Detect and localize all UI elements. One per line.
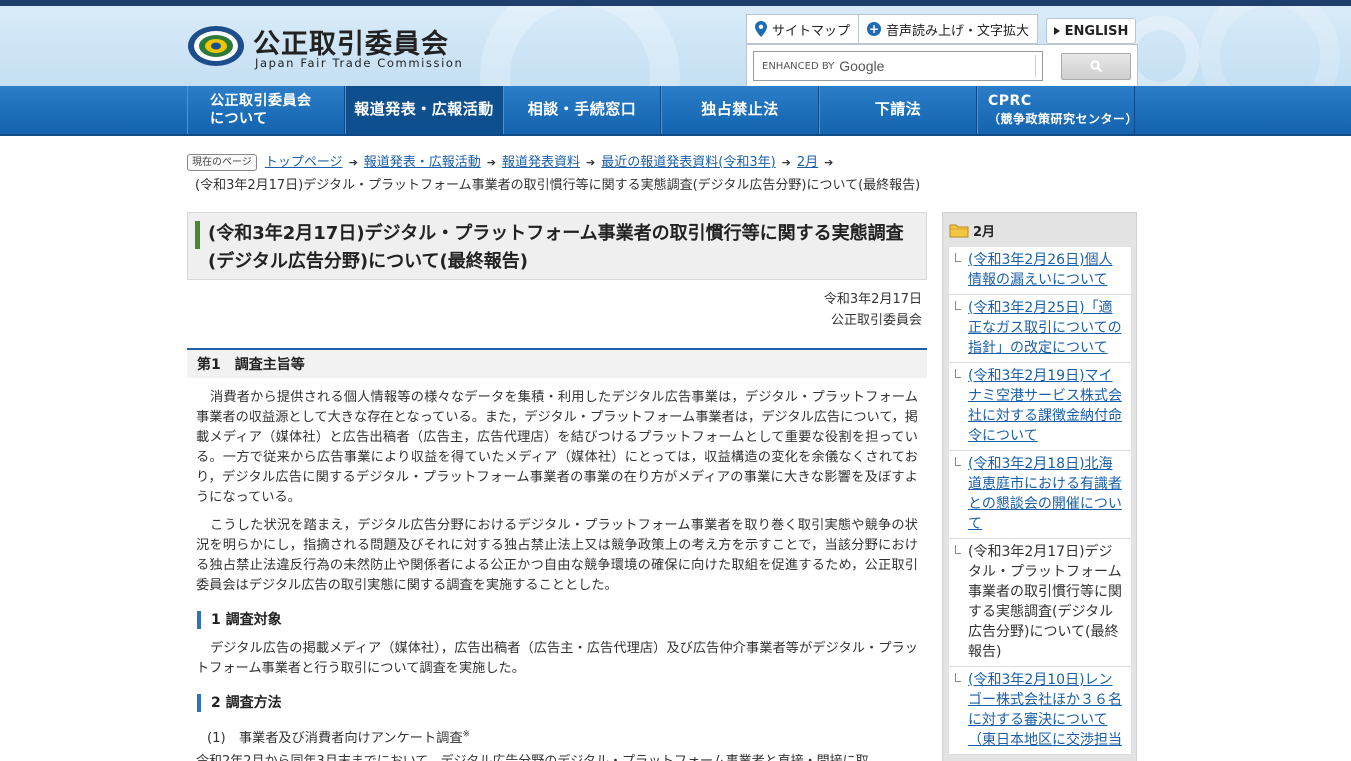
search-input[interactable]: ENHANCED BY Google <box>753 51 1043 81</box>
section-heading: 第1 調査主旨等 <box>187 348 927 378</box>
nav-item-subcontract[interactable]: 下請法 <box>819 86 977 134</box>
nav-item-consultation[interactable]: 相談・手続窓口 <box>503 86 661 134</box>
nav-item-cprc[interactable]: CPRC （競争政策研究センター） <box>977 86 1138 134</box>
breadcrumb-arrow-icon: ➔ <box>824 156 834 169</box>
sidebar-item-current: (令和3年2月17日)デジタル・プラットフォーム事業者の取引慣行等に関する実態調… <box>949 539 1131 667</box>
search-enhanced-text: ENHANCED BY <box>762 60 835 72</box>
jftc-logo-icon <box>188 26 244 66</box>
sidebar-item: (令和3年2月18日)北海道恵庭市における有識者との懇談会の開催について <box>949 451 1131 539</box>
current-page-badge: 現在のページ <box>187 154 257 171</box>
subheading-method: 2 調査方法 <box>197 694 282 712</box>
breadcrumb-arrow-icon: ➔ <box>586 156 596 169</box>
sidebar-heading: 2月 <box>949 219 995 241</box>
search-google-text: Google <box>839 58 885 74</box>
logo-english-text: Japan Fair Trade Commission <box>255 56 464 70</box>
breadcrumb-link-press[interactable]: 報道発表・広報活動 <box>364 155 481 170</box>
breadcrumb-current: (令和3年2月17日)デジタル・プラットフォーム事業者の取引慣行等に関する実態調… <box>195 178 921 193</box>
sidebar-item: (令和3年2月26日)個人情報の漏えいについて <box>949 247 1131 295</box>
publication-issuer: 公正取引委員会 <box>830 313 922 328</box>
nav-item-press[interactable]: 報道発表・広報活動 <box>345 86 503 134</box>
sidebar: 2月 (令和3年2月26日)個人情報の漏えいについて (令和3年2月25日)「適… <box>942 212 1137 761</box>
accessibility-label: 音声読み上げ・文字拡大 <box>886 23 1030 39</box>
site-logo[interactable]: 公正取引委員会 Japan Fair Trade Commission <box>187 22 477 78</box>
english-label: ENGLISH <box>1064 23 1129 39</box>
nav-item-about[interactable]: 公正取引委員会 について <box>187 86 345 134</box>
breadcrumb-link-month[interactable]: 2月 <box>797 155 818 170</box>
plus-circle-icon: + <box>867 22 882 36</box>
page-title-box: (令和3年2月17日)デジタル・プラットフォーム事業者の取引慣行等に関する実態調… <box>187 212 927 280</box>
folder-icon <box>949 224 969 238</box>
breadcrumb-arrow-icon: ➔ <box>486 156 497 169</box>
search-button[interactable] <box>1061 53 1131 80</box>
english-link[interactable]: ENGLISH <box>1046 18 1136 44</box>
nav-item-antimonopoly[interactable]: 独占禁止法 <box>661 86 819 134</box>
sidebar-link[interactable]: (令和3年2月18日)北海道恵庭市における有識者との懇談会の開催について <box>968 456 1122 532</box>
breadcrumb: 現在のページ トップページ ➔ 報道発表・広報活動 ➔ 報道発表資料 ➔ 最近の報道発表資料(… <box>187 151 1137 197</box>
accessibility-link[interactable]: + 音声読み上げ・文字拡大 <box>859 14 1039 44</box>
search-box: ENHANCED BY Google <box>746 44 1138 86</box>
site-header: 公正取引委員会 Japan Fair Trade Commission サイトマ… <box>0 6 1351 86</box>
arrow-right-icon <box>1053 27 1060 35</box>
sidebar-link[interactable]: (令和3年2月10日)レンゴー株式会社ほか３６名に対する審決について（東日本地区… <box>968 672 1122 748</box>
search-icon <box>1089 60 1102 73</box>
subheading-target: 1 調査対象 <box>197 611 282 629</box>
sidebar-current-label: (令和3年2月17日)デジタル・プラットフォーム事業者の取引慣行等に関する実態調… <box>968 544 1122 660</box>
publication-date: 令和3年2月17日 <box>823 292 922 307</box>
sidebar-link[interactable]: (令和3年2月25日)「適正なガス取引についての指針」の改定について <box>968 300 1122 356</box>
sidebar-item: (令和3年2月10日)レンゴー株式会社ほか３６名に対する審決について（東日本地区… <box>949 667 1131 755</box>
sidebar-item: (令和3年2月25日)「適正なガス取引についての指針」の改定について <box>949 295 1131 363</box>
sitemap-label: サイトマップ <box>772 23 851 39</box>
paragraph-method: 令和2年2月から同年3月末までにおいて，デジタル広告分野のデジタル・プラットフォ… <box>196 752 918 761</box>
sidebar-link[interactable]: (令和3年2月26日)個人情報の漏えいについて <box>968 252 1113 288</box>
sidebar-item: (令和3年2月19日)マイナミ空港サービス株式会社に対する課徴金納付命令について <box>949 363 1131 451</box>
global-nav: 公正取引委員会 について 報道発表・広報活動 相談・手続窓口 独占禁止法 下請法 … <box>0 86 1351 136</box>
breadcrumb-arrow-icon: ➔ <box>348 156 358 169</box>
breadcrumb-link-top[interactable]: トップページ <box>265 155 343 170</box>
breadcrumb-arrow-icon: ➔ <box>781 156 791 169</box>
sitemap-link[interactable]: サイトマップ <box>746 14 860 44</box>
breadcrumb-link-recent[interactable]: 最近の報道発表資料(令和3年) <box>601 155 775 170</box>
paragraph-target: デジタル広告の掲載メディア（媒体社），広告出稿者（広告主・広告代理店）及び広告仲… <box>196 641 918 676</box>
utility-links: サイトマップ + 音声読み上げ・文字拡大 <box>746 14 1039 44</box>
method-item: (1) 事業者及び消費者向けアンケート調査※ <box>207 729 471 746</box>
breadcrumb-link-releases[interactable]: 報道発表資料 <box>502 155 580 170</box>
map-pin-icon <box>755 21 767 37</box>
paragraph-intro: 消費者から提供される個人情報等の様々なデータを集積・利用したデジタル広告事業は，… <box>196 390 918 505</box>
paragraph-purpose: こうした状況を踏まえ，デジタル広告分野におけるデジタル・プラットフォーム事業者を… <box>196 518 918 593</box>
sidebar-link[interactable]: (令和3年2月19日)マイナミ空港サービス株式会社に対する課徴金納付命令について <box>968 368 1122 444</box>
page-title: (令和3年2月17日)デジタル・プラットフォーム事業者の取引慣行等に関する実態調… <box>208 223 904 272</box>
sidebar-list: (令和3年2月26日)個人情報の漏えいについて (令和3年2月25日)「適正なガ… <box>949 247 1131 755</box>
publication-info: 令和3年2月17日 公正取引委員会 <box>700 289 922 331</box>
